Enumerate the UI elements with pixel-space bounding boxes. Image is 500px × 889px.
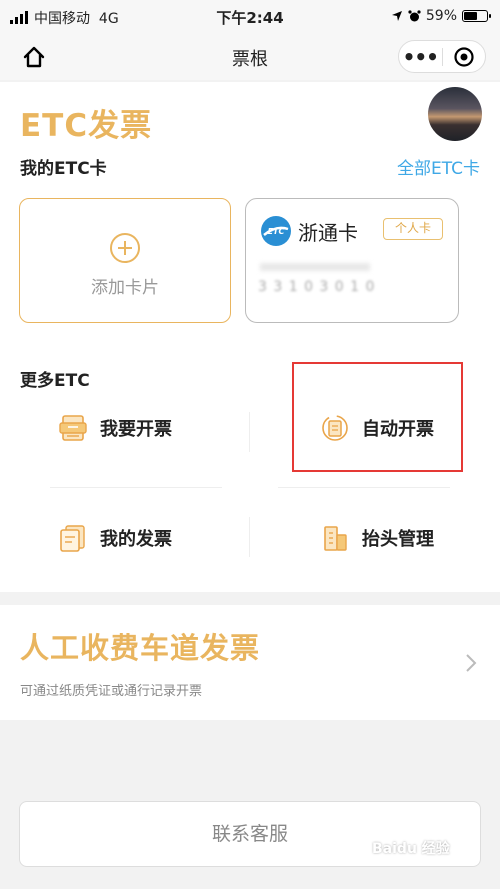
etc-card[interactable]: ETC 浙通卡 个人卡 3 3 1 0 3 0 1 0 bbox=[245, 198, 459, 323]
my-etc-label: 我的ETC卡 bbox=[20, 159, 107, 179]
plus-circle-icon bbox=[110, 233, 140, 263]
status-right: 59% bbox=[391, 8, 491, 24]
building-icon bbox=[324, 526, 347, 551]
add-card-button[interactable]: 添加卡片 bbox=[19, 198, 231, 323]
alarm-icon bbox=[408, 9, 421, 21]
watermark: Baidu 经验 bbox=[372, 841, 450, 857]
menu-label: 我要开票 bbox=[100, 419, 172, 440]
battery-percent: 59% bbox=[425, 8, 457, 24]
nav-bar: 票根 ••• bbox=[0, 34, 500, 80]
card-masked-line bbox=[260, 263, 370, 271]
status-bar: 中国移动 4G 下午2:44 59% bbox=[0, 0, 500, 34]
grid-divider bbox=[50, 487, 222, 488]
etc-title: ETC发票 bbox=[20, 108, 153, 144]
card-number: 3 3 1 0 3 0 1 0 bbox=[258, 279, 376, 295]
add-card-label: 添加卡片 bbox=[91, 278, 159, 298]
more-button[interactable]: ••• bbox=[399, 47, 442, 67]
card-type-badge: 个人卡 bbox=[383, 218, 443, 240]
menu-label: 抬头管理 bbox=[362, 529, 434, 550]
close-button[interactable] bbox=[442, 46, 485, 68]
grid-divider bbox=[249, 412, 250, 452]
battery-icon bbox=[462, 10, 491, 22]
avatar[interactable] bbox=[428, 87, 482, 141]
target-close-icon bbox=[454, 46, 474, 67]
more-etc-label: 更多ETC bbox=[20, 371, 90, 391]
mini-program-capsule: ••• bbox=[398, 40, 486, 73]
card-name: 浙通卡 bbox=[298, 221, 358, 245]
grid-divider bbox=[249, 517, 250, 557]
my-invoices-button[interactable]: 我的发票 bbox=[58, 523, 172, 553]
invoice-printer-icon bbox=[59, 415, 87, 441]
svg-text:ETC: ETC bbox=[268, 227, 285, 236]
grid-divider bbox=[278, 487, 450, 488]
my-invoice-icon bbox=[60, 525, 85, 552]
manual-lane-subtitle: 可通过纸质凭证或通行记录开票 bbox=[20, 684, 203, 699]
etc-section: ETC发票 我的ETC卡 全部ETC卡 添加卡片 ETC 浙通卡 个人卡 3 3… bbox=[0, 82, 500, 592]
menu-label: 我的发票 bbox=[100, 529, 172, 550]
manual-lane-card[interactable]: 人工收费车道发票 可通过纸质凭证或通行记录开票 bbox=[0, 605, 500, 720]
chevron-right-icon bbox=[466, 654, 477, 672]
highlight-box bbox=[292, 362, 463, 472]
etc-logo-icon: ETC bbox=[261, 216, 291, 246]
manual-lane-title: 人工收费车道发票 bbox=[20, 631, 261, 665]
location-icon bbox=[391, 11, 402, 21]
all-etc-link[interactable]: 全部ETC卡 bbox=[397, 154, 480, 179]
request-invoice-button[interactable]: 我要开票 bbox=[58, 413, 172, 443]
title-management-button[interactable]: 抬头管理 bbox=[320, 523, 434, 553]
